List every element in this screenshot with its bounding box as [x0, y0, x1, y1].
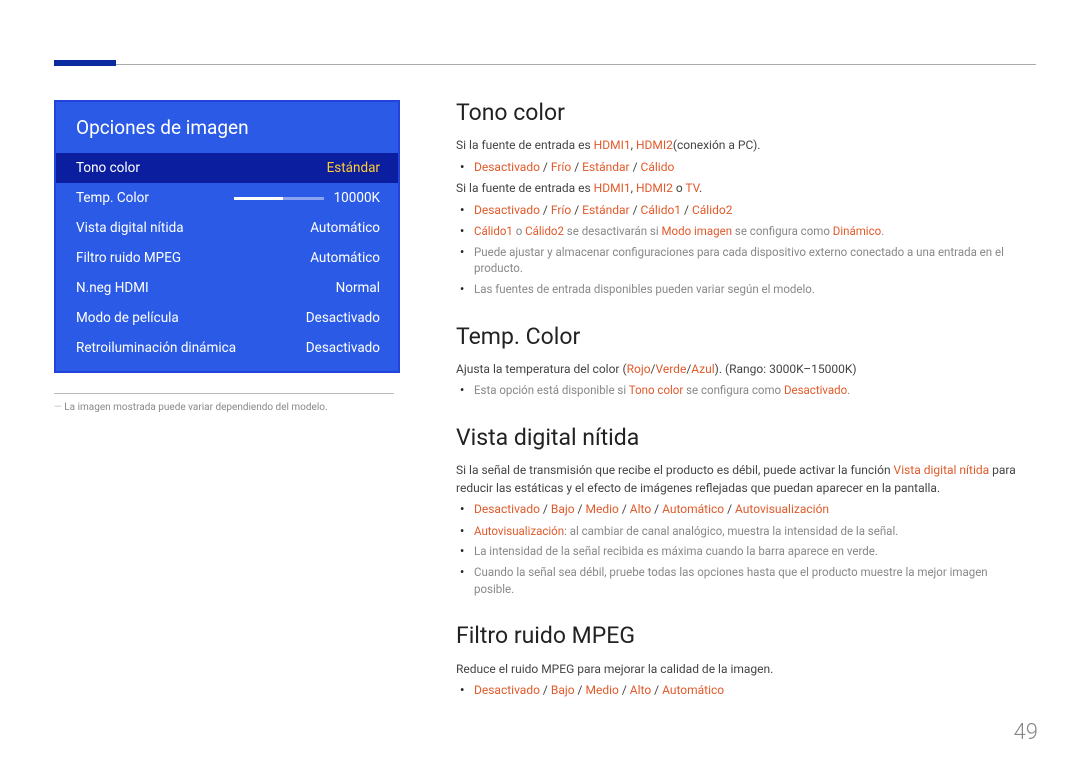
panel-row-temp-color[interactable]: Temp. Color 10000K: [56, 183, 398, 213]
list-item: Desactivado / Frío / Estándar / Cálido: [474, 159, 1028, 176]
panel-row-filtro-mpeg[interactable]: Filtro ruido MPEG Automático: [56, 243, 398, 273]
row-label: N.neg HDMI: [76, 280, 336, 296]
row-value: Desactivado: [306, 340, 380, 356]
notes-list: Autovisualización: al cambiar de canal a…: [474, 523, 1028, 598]
options-list: Desactivado / Frío / Estándar / Cálido: [474, 159, 1028, 176]
settings-panel-column: Opciones de imagen Tono color Estándar T…: [54, 100, 424, 413]
panel-footer: [56, 363, 398, 371]
heading-filtro-mpeg: Filtro ruido MPEG: [456, 619, 1028, 652]
list-item: Puede ajustar y almacenar configuracione…: [474, 244, 1028, 277]
list-item: Desactivado / Bajo / Medio / Alto / Auto…: [474, 682, 1028, 699]
section-tono-color: Tono color Si la fuente de entrada es HD…: [456, 96, 1028, 298]
list-item: Las fuentes de entrada disponibles puede…: [474, 281, 1028, 298]
slider-fill: [234, 197, 284, 200]
settings-panel: Opciones de imagen Tono color Estándar T…: [54, 100, 400, 373]
top-accent: [54, 60, 116, 66]
row-value: Desactivado: [306, 310, 380, 326]
heading-temp-color: Temp. Color: [456, 320, 1028, 353]
row-label: Filtro ruido MPEG: [76, 250, 310, 266]
panel-title: Opciones de imagen: [56, 102, 398, 153]
options-list: Desactivado / Frío / Estándar / Cálido1 …: [474, 202, 1028, 219]
panel-row-nneg-hdmi[interactable]: N.neg HDMI Normal: [56, 273, 398, 303]
options-list: Desactivado / Bajo / Medio / Alto / Auto…: [474, 682, 1028, 699]
list-item: Desactivado / Bajo / Medio / Alto / Auto…: [474, 501, 1028, 518]
section-temp-color: Temp. Color Ajusta la temperatura del co…: [456, 320, 1028, 399]
panel-caption-rule: [54, 393, 394, 394]
list-item: Esta opción está disponible si Tono colo…: [474, 382, 1028, 399]
panel-caption: La imagen mostrada puede variar dependie…: [54, 402, 424, 413]
text: Si la fuente de entrada es HDMI1, HDMI2(…: [456, 137, 1028, 154]
top-rule: [54, 64, 1036, 65]
section-filtro-mpeg: Filtro ruido MPEG Reduce el ruido MPEG p…: [456, 619, 1028, 699]
row-value: 10000K: [334, 190, 380, 206]
panel-row-tono-color[interactable]: Tono color Estándar: [56, 153, 398, 183]
panel-row-retroiluminacion[interactable]: Retroiluminación dinámica Desactivado: [56, 333, 398, 363]
row-label: Temp. Color: [76, 190, 234, 206]
row-value: Estándar: [327, 160, 380, 176]
panel-row-vista-digital[interactable]: Vista digital nítida Automático: [56, 213, 398, 243]
row-label: Tono color: [76, 160, 327, 176]
list-item: Autovisualización: al cambiar de canal a…: [474, 523, 1028, 540]
temp-color-slider[interactable]: [234, 197, 324, 200]
row-label: Modo de película: [76, 310, 306, 326]
options-list: Desactivado / Bajo / Medio / Alto / Auto…: [474, 501, 1028, 518]
text: Si la señal de transmisión que recibe el…: [456, 462, 1028, 497]
list-item: La intensidad de la señal recibida es má…: [474, 543, 1028, 560]
row-value: Automático: [310, 220, 380, 236]
page-number: 49: [1014, 720, 1038, 745]
notes-list: Esta opción está disponible si Tono colo…: [474, 382, 1028, 399]
list-item: Cuando la señal sea débil, pruebe todas …: [474, 564, 1028, 597]
text: Si la fuente de entrada es HDMI1, HDMI2 …: [456, 180, 1028, 197]
heading-vista-digital: Vista digital nítida: [456, 421, 1028, 454]
row-value: Normal: [336, 280, 380, 296]
list-item: Desactivado / Frío / Estándar / Cálido1 …: [474, 202, 1028, 219]
row-label: Retroiluminación dinámica: [76, 340, 306, 356]
row-label: Vista digital nítida: [76, 220, 310, 236]
text: Ajusta la temperatura del color (Rojo/Ve…: [456, 361, 1028, 378]
section-vista-digital: Vista digital nítida Si la señal de tran…: [456, 421, 1028, 597]
panel-row-modo-pelicula[interactable]: Modo de película Desactivado: [56, 303, 398, 333]
content-column: Tono color Si la fuente de entrada es HD…: [456, 96, 1028, 721]
row-value: Automático: [310, 250, 380, 266]
list-item: Cálido1 o Cálido2 se desactivarán si Mod…: [474, 223, 1028, 240]
notes-list: Cálido1 o Cálido2 se desactivarán si Mod…: [474, 223, 1028, 298]
heading-tono-color: Tono color: [456, 96, 1028, 129]
text: Reduce el ruido MPEG para mejorar la cal…: [456, 661, 1028, 678]
